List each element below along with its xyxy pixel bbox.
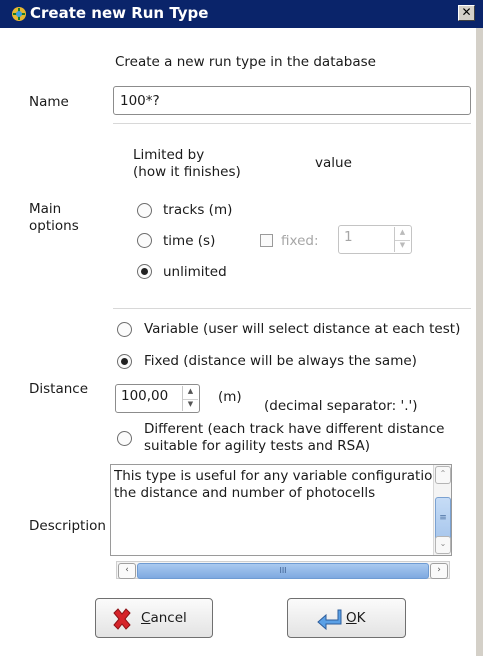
dialog-window: Create new Run Type ✕ Create a new run t… (0, 0, 483, 656)
radio-tracks[interactable] (137, 203, 152, 218)
scroll-up-icon[interactable]: ⌃ (435, 466, 451, 484)
scroll-left-icon[interactable]: ‹ (118, 563, 136, 579)
fixed-value-spinner: 1 ▲ ▼ (338, 225, 412, 254)
horizontal-scrollbar[interactable]: ‹ III › (116, 561, 450, 579)
fixed-checkbox[interactable] (260, 234, 273, 247)
description-textarea[interactable]: This type is useful for any variable con… (110, 464, 452, 556)
name-label: Name (29, 94, 69, 110)
separator (113, 308, 471, 309)
horizontal-scroll-thumb[interactable]: III (137, 563, 429, 579)
distance-unit: (m) (218, 389, 242, 405)
cancel-label: Cancel (141, 610, 187, 626)
vertical-scroll-thumb[interactable]: ≡ (435, 497, 451, 541)
main-options-label-line1: Main (29, 201, 62, 217)
scroll-right-icon[interactable]: › (430, 563, 448, 579)
distance-different-line1[interactable]: Different (each track have different dis… (144, 421, 444, 437)
limited-by-line1: Limited by (133, 147, 205, 163)
main-options-label-line2: options (29, 218, 79, 234)
title-bar[interactable]: Create new Run Type ✕ (0, 0, 483, 28)
spinner-arrows: ▲ ▼ (394, 227, 410, 252)
separator (113, 123, 471, 124)
fixed-value: 1 (344, 229, 353, 245)
decimal-separator-note: (decimal separator: '.') (264, 398, 418, 414)
spin-up-icon[interactable]: ▲ (183, 386, 198, 400)
name-input[interactable] (113, 86, 471, 115)
radio-time[interactable] (137, 233, 152, 248)
radio-time-label[interactable]: time (s) (163, 233, 215, 249)
value-header: value (315, 155, 352, 171)
vertical-scrollbar[interactable]: ⌃ ≡ ⌄ (433, 465, 451, 555)
distance-different-line2[interactable]: suitable for agility tests and RSA) (144, 438, 370, 454)
radio-unlimited[interactable] (137, 264, 152, 279)
distance-spinner[interactable]: 100,00 ▲ ▼ (115, 384, 200, 413)
description-line2: the distance and number of photocells (114, 485, 376, 501)
cancel-button[interactable]: Cancel (95, 598, 213, 638)
spinner-arrows[interactable]: ▲ ▼ (182, 386, 198, 411)
radio-unlimited-label[interactable]: unlimited (163, 264, 227, 280)
radio-distance-fixed[interactable] (117, 354, 132, 369)
description-label: Description (29, 518, 106, 534)
distance-variable-label[interactable]: Variable (user will select distance at e… (144, 321, 460, 337)
scroll-down-icon[interactable]: ⌄ (435, 536, 451, 554)
ok-button[interactable]: OK (287, 598, 406, 638)
description-line1: This type is useful for any variable con… (114, 468, 438, 484)
distance-fixed-label[interactable]: Fixed (distance will be always the same) (144, 353, 417, 369)
distance-label: Distance (29, 381, 89, 397)
app-icon (12, 7, 26, 21)
spin-up-icon: ▲ (395, 227, 410, 241)
radio-tracks-label[interactable]: tracks (m) (163, 202, 232, 218)
radio-distance-different[interactable] (117, 431, 132, 446)
dialog-subtitle: Create a new run type in the database (115, 54, 376, 70)
window-frame-edge (476, 28, 483, 656)
close-icon[interactable]: ✕ (458, 5, 475, 21)
window-title: Create new Run Type (30, 4, 209, 22)
ok-label: OK (346, 610, 366, 626)
limited-by-line2: (how it finishes) (133, 164, 241, 180)
fixed-label: fixed: (281, 233, 319, 249)
radio-distance-variable[interactable] (117, 322, 132, 337)
spin-down-icon[interactable]: ▼ (183, 399, 198, 412)
distance-value: 100,00 (121, 388, 169, 404)
cancel-x-icon (113, 608, 131, 630)
ok-arrow-icon (317, 609, 342, 631)
spin-down-icon: ▼ (399, 240, 406, 249)
